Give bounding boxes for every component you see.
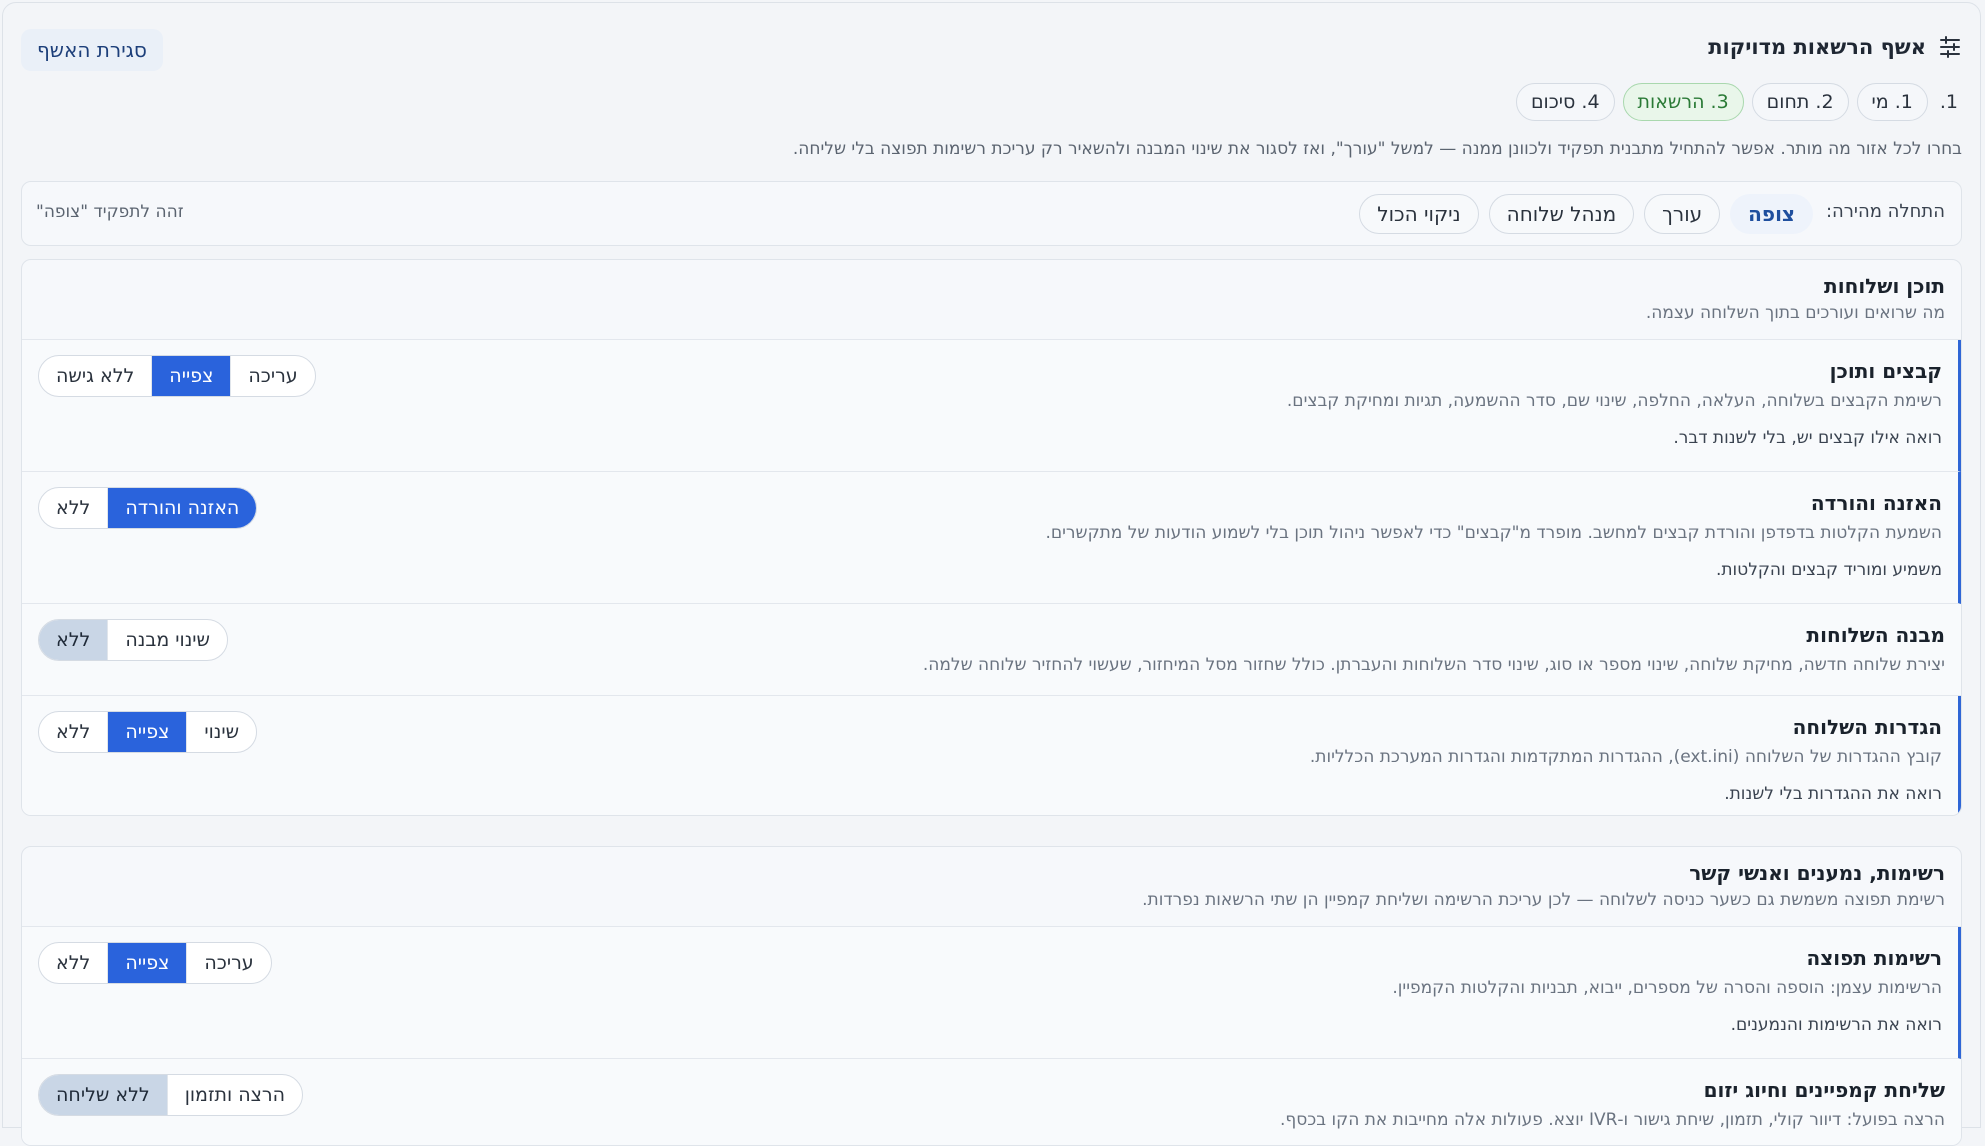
option-run-schedule[interactable]: הרצה ותזמון [166,1075,302,1115]
preset-viewer-button[interactable]: צופה [1730,194,1813,234]
section-title: תוכן ושלוחות [1824,274,1945,298]
section-content-extensions: תוכן ושלוחות מה שרואים ועורכים בתוך השלו… [21,259,1962,816]
permission-title: רשימות תפוצה [1806,946,1942,970]
permission-row-structure: מבנה השלוחות יצירת שלוחה חדשה, מחיקת שלו… [22,604,1961,696]
preset-match-status: זהה לתפקיד "צופה" [36,202,184,222]
structure-selector: ללא שינוי מבנה [38,619,229,661]
section-header: רשימות, נמענים ואנשי קשר רשימת תפוצה משמ… [22,847,1961,927]
permission-effect: רואה את הרשימות והנמענים. [1730,1015,1942,1035]
clear-all-button[interactable]: ניקוי הכול [1359,194,1479,234]
wizard-header: אשף הרשאות מדויקות סגירת האשף [21,29,1962,73]
step-who[interactable]: 1. מי [1856,83,1928,121]
option-change-structure[interactable]: שינוי מבנה [107,620,227,660]
permission-title: האזנה והורדה [1810,491,1942,515]
permission-row-files: קבצים ותוכן רשימת הקבצים בשלוחה, העלאה, … [22,340,1961,472]
option-none[interactable]: ללא [39,488,107,528]
section-description: רשימת תפוצה משמשת גם כשער כניסה לשלוחה —… [1142,890,1945,910]
permission-title: שליחת קמפיינים וחיוג יזום [1703,1078,1945,1102]
campaigns-selector: ללא שליחה הרצה ותזמון [38,1074,304,1116]
option-view[interactable]: צפייה [151,356,231,396]
permission-description: רשימת הקבצים בשלוחה, העלאה, החלפה, שינוי… [1286,391,1942,411]
preset-editor-button[interactable]: עורך [1644,194,1721,234]
permission-description: הרשימות עצמן: הוספה והסרה של מספרים, ייב… [1392,978,1942,998]
permission-title: הגדרות השלוחה [1792,715,1942,739]
permission-description: קובץ ההגדרות של השלוחה (ext.ini), ההגדרו… [1309,747,1942,767]
quick-start-label: התחלה מהירה: [1825,201,1945,222]
wizard-title: אשף הרשאות מדויקות [1708,35,1962,59]
permission-effect: רואה אילו קבצים יש, בלי לשנות דבר. [1673,428,1942,448]
step-marker: 1. [1939,91,1958,113]
option-change[interactable]: שינוי [186,712,256,752]
permissions-wizard: אשף הרשאות מדויקות סגירת האשף 1. 1. מי 2… [2,2,1981,1146]
section-description: מה שרואים ועורכים בתוך השלוחה עצמה. [1645,303,1945,323]
option-none[interactable]: ללא [39,712,107,752]
option-view[interactable]: צפייה [107,943,187,983]
step-permissions[interactable]: 3. הרשאות [1622,83,1744,121]
section-header: תוכן ושלוחות מה שרואים ועורכים בתוך השלו… [22,260,1961,340]
option-no-access[interactable]: ללא גישה [39,356,151,396]
step-scope[interactable]: 2. תחום [1751,83,1849,121]
listen-download-selector: ללא האזנה והורדה [38,487,258,529]
permission-description: הרצה בפועל: דיוור קולי, תזמון, שיחת גישו… [1279,1110,1945,1130]
permission-row-campaigns: שליחת קמפיינים וחיוג יזום הרצה בפועל: די… [22,1059,1961,1145]
sliders-icon [1940,36,1960,58]
permission-title: קבצים ותוכן [1829,359,1942,383]
option-no-sending[interactable]: ללא שליחה [39,1075,167,1115]
preset-extension-manager-button[interactable]: מנהל שלוחה [1488,194,1635,234]
permission-row-settings: הגדרות השלוחה קובץ ההגדרות של השלוחה (ex… [22,696,1961,815]
option-view[interactable]: צפייה [107,712,187,752]
permission-description: השמעת הקלטות בדפדפן והורדת קבצים למחשב. … [1045,523,1942,543]
step-summary[interactable]: 4. סיכום [1515,83,1615,121]
mailing-lists-selector: ללא צפייה עריכה [38,942,272,984]
permission-title: מבנה השלוחות [1806,623,1945,647]
files-access-selector: ללא גישה צפייה עריכה [38,355,316,397]
option-edit[interactable]: עריכה [230,356,314,396]
quick-start-bar: התחלה מהירה: צופה עורך מנהל שלוחה ניקוי … [21,181,1962,246]
option-none[interactable]: ללא [39,620,108,660]
permission-row-listen-download: האזנה והורדה השמעת הקלטות בדפדפן והורדת … [22,472,1961,604]
option-listen-download[interactable]: האזנה והורדה [107,488,257,528]
quick-start-buttons: צופה עורך מנהל שלוחה ניקוי הכול [1359,194,1813,234]
permission-row-mailing-lists: רשימות תפוצה הרשימות עצמן: הוספה והסרה ש… [22,927,1961,1059]
permission-effect: רואה את ההגדרות בלי לשנות. [1724,784,1942,804]
section-lists-recipients: רשימות, נמענים ואנשי קשר רשימת תפוצה משמ… [21,846,1962,1146]
option-edit[interactable]: עריכה [186,943,270,983]
close-wizard-button[interactable]: סגירת האשף [21,29,163,71]
permissions-hint: בחרו לכל אזור מה מותר. אפשר להתחיל מתבני… [792,139,1962,159]
wizard-steps: 1. 1. מי 2. תחום 3. הרשאות 4. סיכום [1515,83,1962,121]
permission-description: יצירת שלוחה חדשה, מחיקת שלוחה, שינוי מספ… [922,655,1945,675]
wizard-title-text: אשף הרשאות מדויקות [1708,35,1926,59]
settings-selector: ללא צפייה שינוי [38,711,258,753]
option-none[interactable]: ללא [39,943,107,983]
section-title: רשימות, נמענים ואנשי קשר [1689,861,1945,885]
permission-effect: משמיע ומוריד קבצים והקלטות. [1715,560,1942,580]
